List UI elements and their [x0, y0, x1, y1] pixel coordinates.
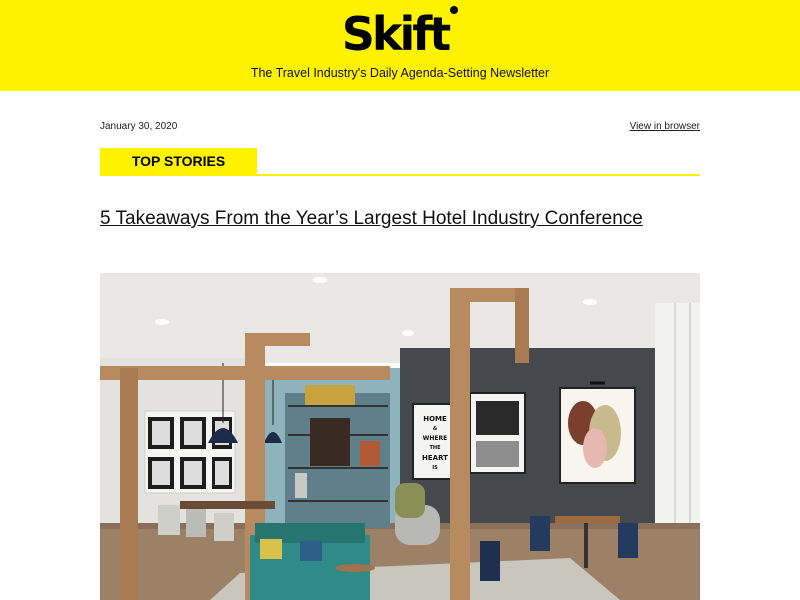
poster-word-where: WHERE: [423, 435, 447, 442]
section-header: TOP STORIES: [100, 148, 700, 176]
newsletter-header: Skift The Travel Industry's Daily Agenda…: [0, 0, 800, 91]
newsletter-tagline: The Travel Industry's Daily Agenda-Setti…: [250, 66, 550, 80]
poster-word-heart: HEART: [422, 454, 448, 462]
skift-logo[interactable]: Skift: [0, 6, 800, 62]
issue-date: January 30, 2020: [100, 121, 178, 132]
hero-image[interactable]: HOME & WHERE THE HEART IS: [100, 273, 700, 600]
poster-word-the: THE: [429, 445, 441, 451]
poster-word-amp: &: [433, 426, 438, 432]
section-label: TOP STORIES: [100, 148, 257, 175]
view-in-browser-link[interactable]: View in browser: [630, 121, 700, 132]
logo-wordmark: Skift: [341, 7, 451, 61]
poster-word-is: IS: [432, 465, 438, 471]
hotel-lobby-illustration: HOME & WHERE THE HEART IS: [100, 273, 700, 600]
article-headline-link[interactable]: 5 Takeaways From the Year’s Largest Hote…: [100, 207, 700, 231]
logo-dot-icon: [450, 6, 459, 14]
poster-word-home: HOME: [423, 415, 447, 423]
meta-row: January 30, 2020 View in browser: [100, 121, 700, 135]
